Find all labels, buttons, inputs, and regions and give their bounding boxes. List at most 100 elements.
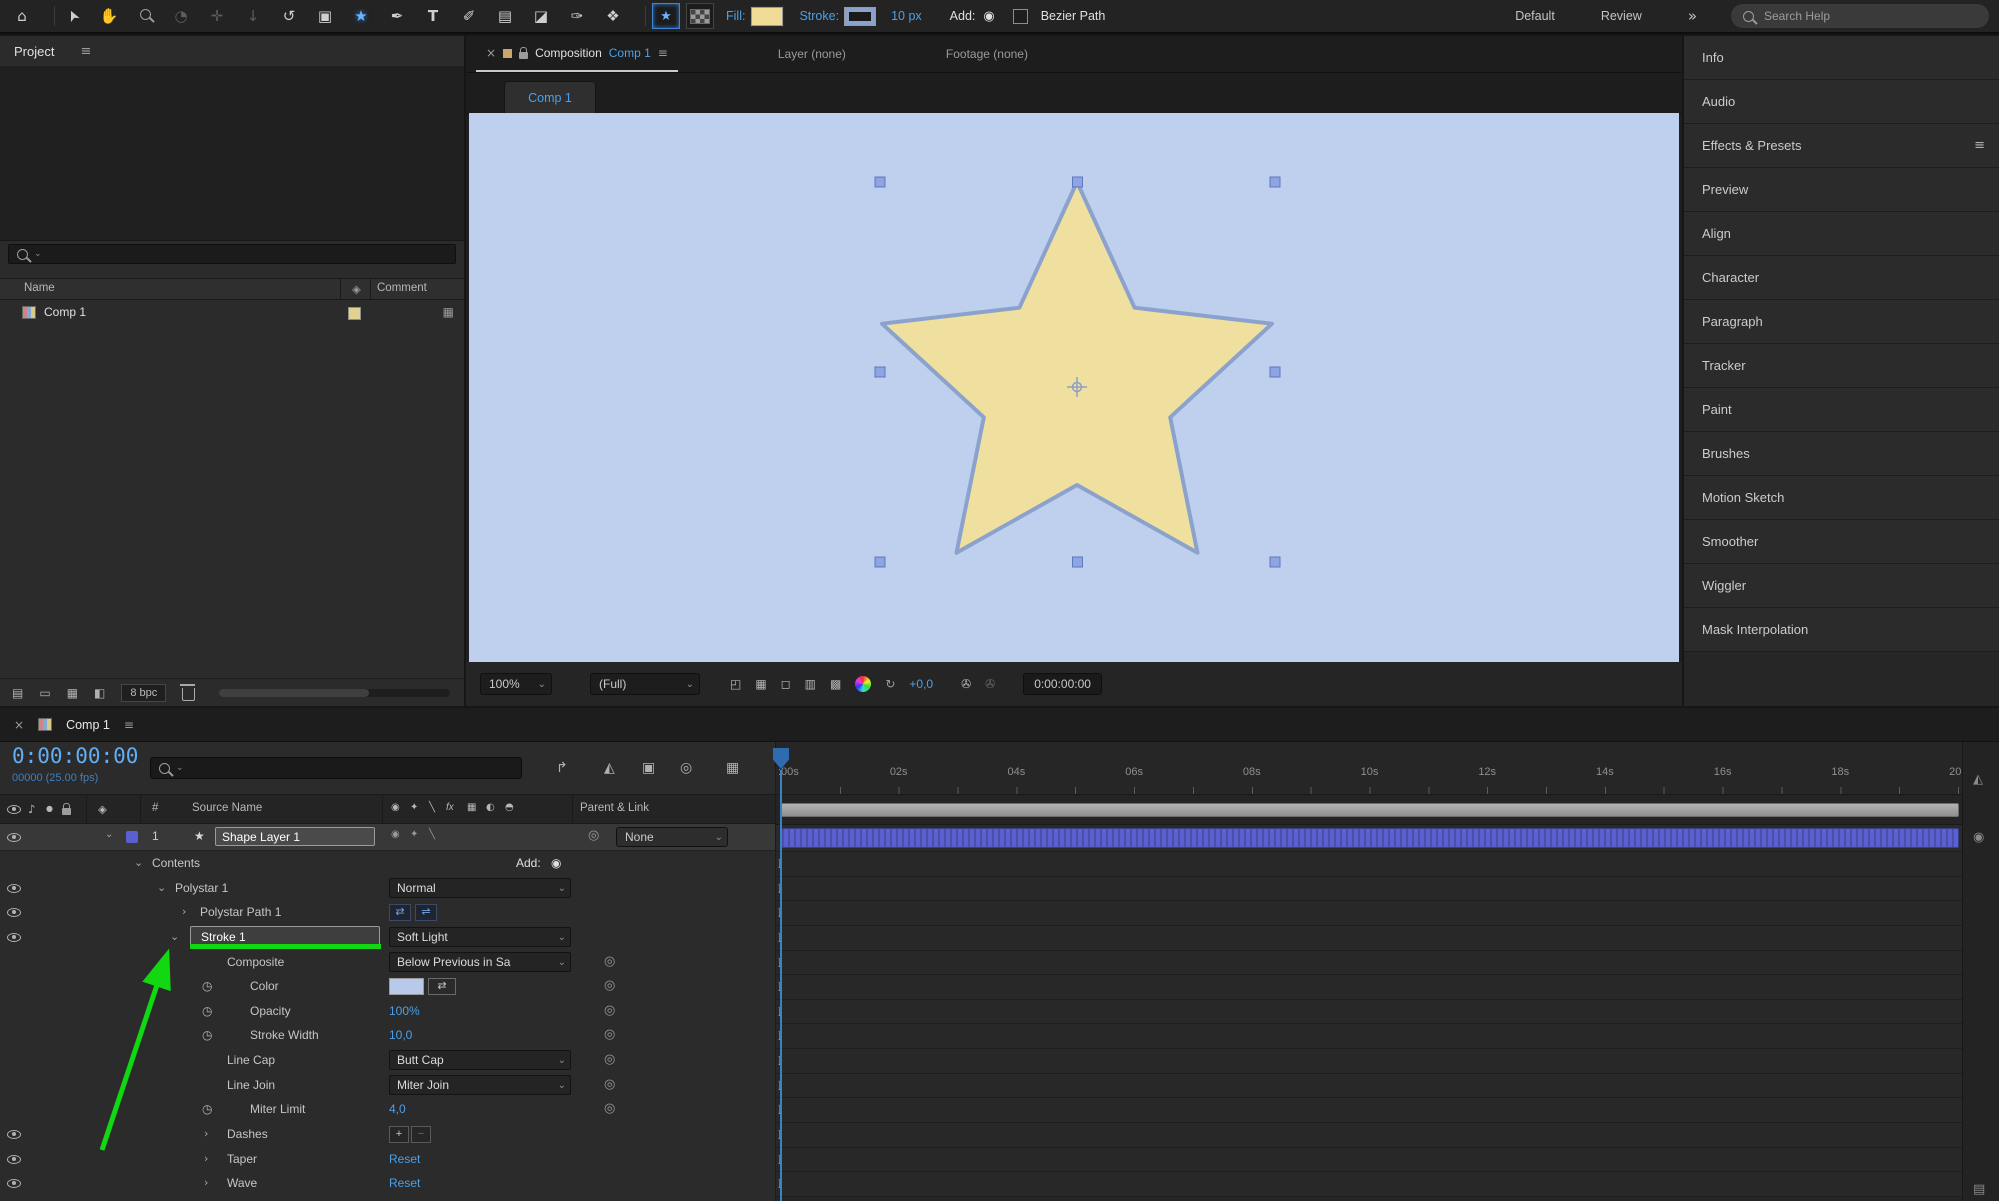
new-folder-icon[interactable]: ▭ — [39, 686, 50, 700]
track-row[interactable]: I — [776, 1172, 1963, 1197]
row-label[interactable]: Contents — [152, 856, 200, 870]
grid-icon[interactable]: ▩ — [830, 677, 841, 691]
draft3d-icon[interactable]: ◭ — [604, 760, 615, 776]
row-dashes[interactable]: › Dashes + − — [0, 1122, 775, 1147]
panel-menu-icon[interactable]: ≡ — [80, 44, 91, 59]
track-row[interactable]: I — [776, 1148, 1963, 1173]
layer-expand-caret-icon[interactable]: ⌄ — [105, 829, 113, 840]
track-row[interactable]: I — [776, 852, 1963, 877]
scrollbar-thumb[interactable] — [219, 689, 369, 697]
column-divider[interactable] — [340, 279, 341, 299]
hide-shy-layers-icon[interactable]: ▣ — [642, 760, 655, 776]
region-of-interest-icon[interactable]: ◰ — [730, 677, 741, 691]
sidebar-item-smoother[interactable]: Smoother — [1684, 520, 1999, 564]
label-column-icon[interactable]: ◈ — [352, 282, 361, 296]
track-row[interactable]: I — [776, 926, 1963, 951]
visibility-eye-icon[interactable] — [7, 1179, 21, 1188]
fill-color-swatch[interactable] — [751, 7, 783, 26]
sidebar-item-motion-sketch[interactable]: Motion Sketch — [1684, 476, 1999, 520]
caret-right-icon[interactable]: › — [182, 905, 186, 918]
color-swap-icon[interactable]: ⇄ — [428, 978, 456, 995]
sidebar-item-tracker[interactable]: Tracker — [1684, 344, 1999, 388]
wave-reset-link[interactable]: Reset — [389, 1176, 420, 1190]
tab-composition[interactable]: × Composition Comp 1 ≡ — [476, 36, 678, 72]
path-direction-icon[interactable]: ⇄ — [389, 904, 411, 921]
layer-switch-icon[interactable]: ✦ — [410, 829, 418, 840]
close-icon[interactable]: × — [14, 718, 24, 732]
frame-blending-icon[interactable]: ◎ — [680, 760, 692, 776]
composite-dropdown[interactable]: Below Previous in Sa — [389, 952, 571, 972]
track-row[interactable]: I — [776, 975, 1963, 1000]
track-row[interactable]: I — [776, 1049, 1963, 1074]
lock-icon[interactable] — [519, 52, 528, 59]
sidebar-item-brushes[interactable]: Brushes — [1684, 432, 1999, 476]
track-row[interactable]: I — [776, 951, 1963, 976]
label-color-chip[interactable] — [348, 307, 361, 320]
composition-canvas[interactable] — [469, 113, 1679, 662]
magnification-dropdown[interactable]: 100% — [480, 673, 552, 695]
row-label[interactable]: Polystar Path 1 — [200, 905, 281, 919]
exposure-offset-value[interactable]: +0,0 — [909, 677, 933, 691]
layer-switch-icon[interactable]: ╲ — [429, 829, 435, 840]
horizontal-scrollbar[interactable] — [219, 689, 450, 697]
expression-pick-whip-icon[interactable]: ◎ — [604, 1077, 615, 1092]
layer-label-color-chip[interactable] — [126, 831, 138, 843]
resolution-dropdown[interactable]: (Full) — [590, 673, 700, 695]
current-timecode[interactable]: 0:00:00:00 — [12, 744, 138, 768]
add-shape-attribute-icon[interactable]: ◉ — [551, 856, 561, 870]
search-help-input[interactable] — [1762, 8, 1956, 24]
parent-dropdown[interactable]: None — [616, 827, 728, 847]
expression-pick-whip-icon[interactable]: ◎ — [604, 1027, 615, 1042]
fill-label[interactable]: Fill: — [726, 9, 745, 23]
transparency-grid-icon[interactable]: ▦ — [755, 677, 766, 691]
project-search-field[interactable]: ⌄ — [8, 244, 456, 264]
comp1-viewer-tab[interactable]: Comp 1 — [504, 81, 596, 113]
visibility-eye-icon[interactable] — [7, 1155, 21, 1164]
sidebar-item-align[interactable]: Align — [1684, 212, 1999, 256]
expression-pick-whip-icon[interactable]: ◎ — [604, 1101, 615, 1116]
miter-limit-value[interactable]: 4,0 — [389, 1102, 406, 1116]
stopwatch-icon[interactable]: ◷ — [202, 1028, 212, 1042]
source-name-header[interactable]: Source Name — [192, 802, 262, 814]
rotation-tool-icon[interactable]: ↺ — [277, 1, 301, 31]
caret-down-icon[interactable]: ⌄ — [157, 881, 166, 894]
orbit-camera-tool-icon[interactable]: ◔ — [169, 1, 193, 31]
channel-color-wheel-icon[interactable] — [855, 676, 871, 692]
layer-duration-bar[interactable] — [781, 828, 1959, 848]
project-bit-depth[interactable]: 8 bpc — [121, 684, 166, 702]
blend-mode-dropdown[interactable]: Soft Light — [389, 927, 571, 947]
dolly-camera-tool-icon[interactable]: ↓ — [241, 1, 265, 31]
guides-icon[interactable]: ▥ — [805, 677, 816, 691]
selection-tool-icon[interactable]: ➤ — [54, 0, 91, 33]
expression-pick-whip-icon[interactable]: ◎ — [604, 954, 615, 969]
row-wave[interactable]: › Wave Reset — [0, 1171, 775, 1196]
polystar-shape[interactable] — [882, 182, 1272, 553]
layer-name[interactable]: Shape Layer 1 — [215, 827, 375, 846]
row-composite[interactable]: Composite Below Previous in Sa ◎ — [0, 950, 775, 975]
row-stroke-width[interactable]: ◷ Stroke Width 10,0 ◎ — [0, 1023, 775, 1048]
stopwatch-icon[interactable]: ◷ — [202, 1102, 212, 1116]
pan-behind-tool-icon[interactable]: ▣ — [313, 1, 337, 31]
row-label-selected[interactable]: Stroke 1 — [190, 926, 380, 947]
timeline-zoom-icon[interactable]: ▤ — [1973, 1182, 1985, 1197]
track-row[interactable]: I — [776, 1123, 1963, 1148]
comp-marker-icon[interactable]: ◭ — [1973, 772, 1983, 787]
blend-mode-dropdown[interactable]: Normal — [389, 878, 571, 898]
bezier-path-checkbox[interactable] — [1013, 9, 1028, 24]
sidebar-item-preview[interactable]: Preview — [1684, 168, 1999, 212]
preview-timecode[interactable]: 0:00:00:00 — [1023, 673, 1102, 695]
panel-menu-icon[interactable]: ≡ — [1974, 138, 1985, 153]
star-shape-tool-icon[interactable]: ★ — [349, 1, 373, 31]
pan-camera-tool-icon[interactable]: ✛ — [205, 1, 229, 31]
stroke-color-value-swatch[interactable] — [389, 978, 424, 995]
stroke-color-swatch[interactable] — [845, 8, 875, 25]
line-join-dropdown[interactable]: Miter Join — [389, 1075, 571, 1095]
row-polystar-1[interactable]: ⌄ Polystar 1 Normal — [0, 876, 775, 901]
tool-creates-shape-button[interactable]: ★ — [652, 3, 680, 29]
caret-down-icon[interactable]: ⌄ — [170, 930, 179, 943]
tab-footage[interactable]: Footage (none) — [946, 47, 1028, 61]
tool-creates-mask-button[interactable] — [686, 3, 714, 29]
workspace-overflow-icon[interactable]: » — [1688, 7, 1697, 25]
caret-down-icon[interactable]: ⌄ — [134, 856, 143, 869]
visibility-eye-icon[interactable] — [7, 908, 21, 917]
